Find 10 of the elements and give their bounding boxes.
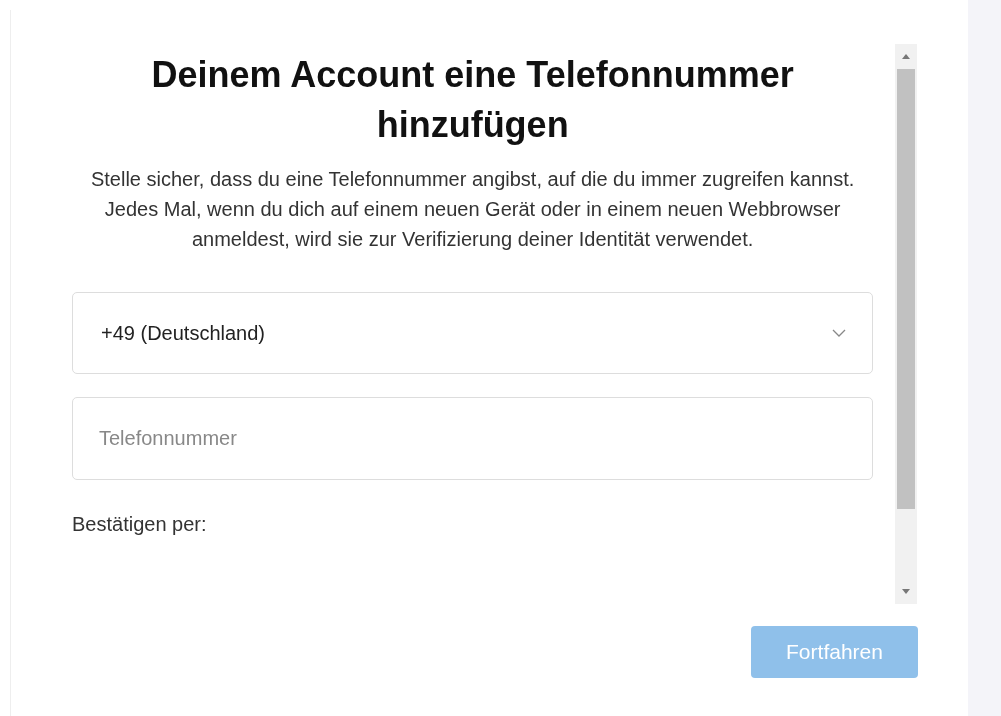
scrollbar-thumb[interactable] [897, 69, 916, 509]
description-text: Stelle sicher, dass du eine Telefonnummer angibst, auf die du immer zugreifen kannst. Jedes Mal, wenn du dich auf einem neuen Gerät oder in einem neuen Webbrowser anmeldest, wird sie zur Verifizierung deiner Identität verwendet. [89, 167, 856, 252]
country-select[interactable]: +49 (Deutschland) [72, 292, 874, 374]
phone-input-field[interactable]: Telefonnummer [72, 397, 874, 480]
scrollbar[interactable] [895, 44, 917, 604]
scroll-up-icon[interactable] [902, 54, 911, 59]
chevron-down-icon [832, 329, 847, 337]
dialog-title: Deinem Account eine Telefonnummer hinzufügen [150, 53, 795, 147]
confirm-label: Bestätigen per: [72, 512, 208, 536]
scroll-down-icon[interactable] [902, 589, 911, 594]
